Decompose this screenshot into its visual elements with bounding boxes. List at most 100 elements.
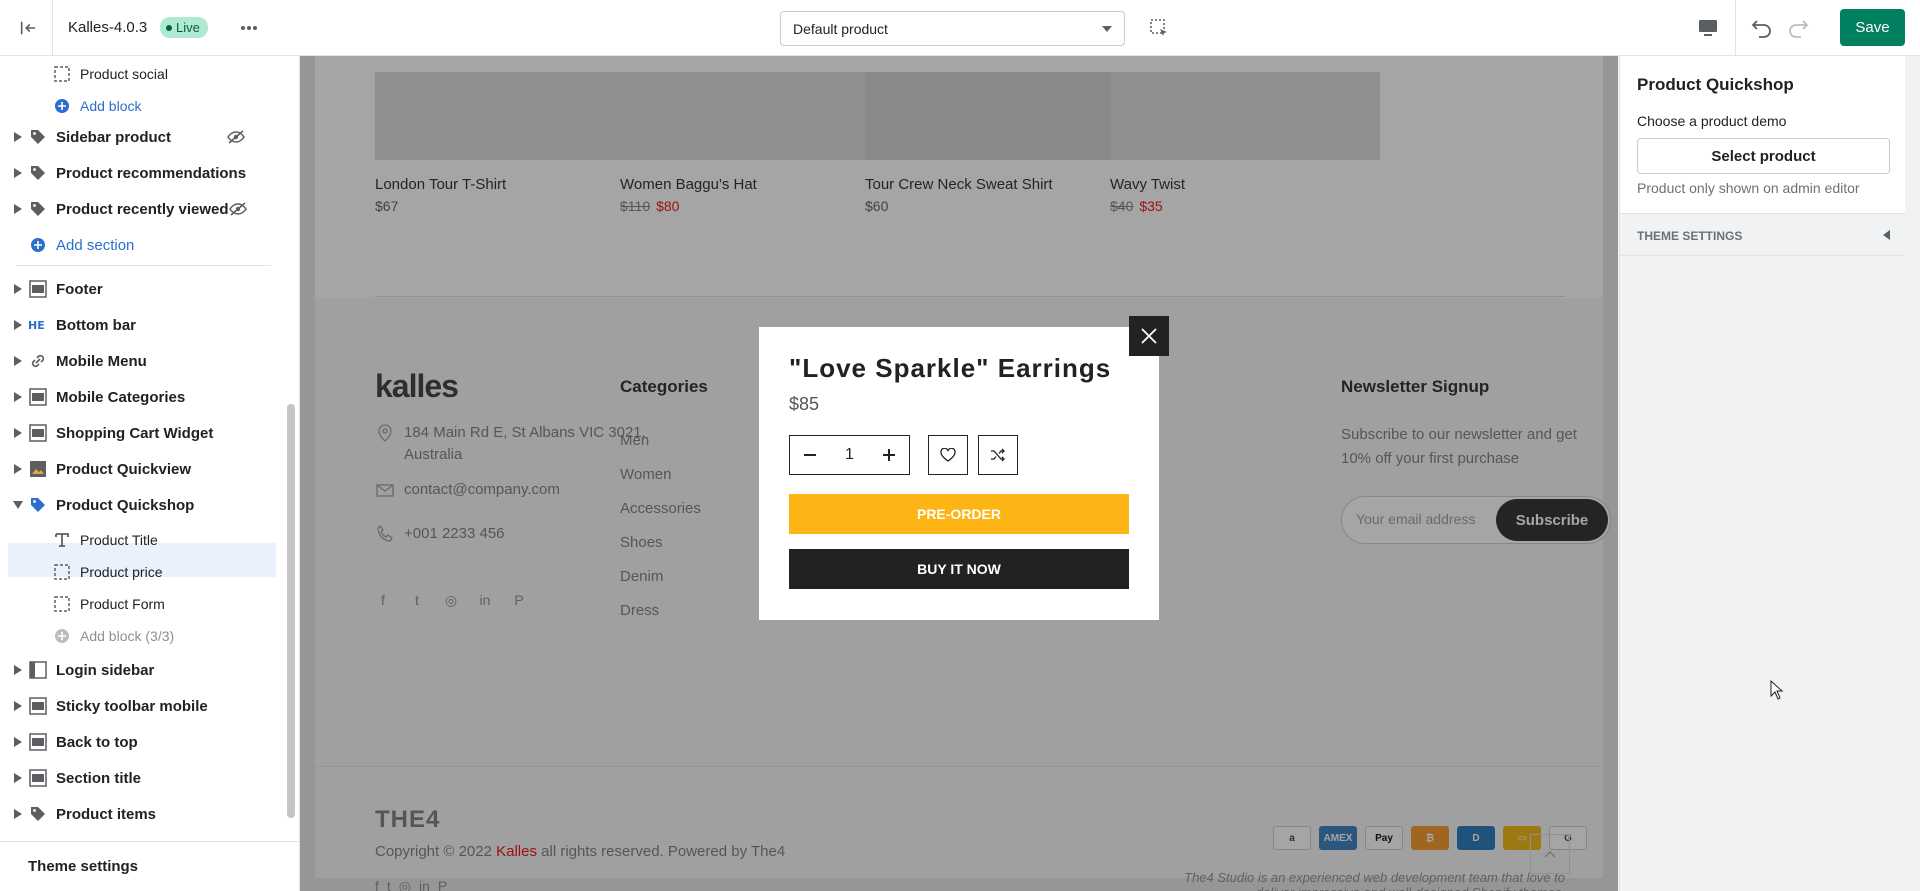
close-icon[interactable] [1129, 316, 1169, 356]
sidebar-item-back-to-top[interactable]: Back to top [0, 725, 285, 759]
undo-icon[interactable] [1748, 14, 1776, 42]
sidebar-item-label: Product Quickshop [56, 496, 195, 514]
caret-right-icon[interactable] [12, 355, 24, 367]
caret-right-icon[interactable] [12, 664, 24, 676]
sidebar-item-product-recently-viewed[interactable]: Product recently viewed [0, 192, 285, 226]
caret-right-icon[interactable] [12, 283, 24, 295]
preorder-button[interactable]: PRE-ORDER [789, 494, 1129, 534]
sidebar-item-mobile-categories[interactable]: Mobile Categories [0, 380, 285, 414]
sidebar-item-sticky-toolbar-mobile[interactable]: Sticky toolbar mobile [0, 689, 285, 723]
caret-right-icon[interactable] [12, 319, 24, 331]
save-button[interactable]: Save [1840, 9, 1905, 46]
sidebar-item-footer[interactable]: Footer [0, 272, 285, 306]
redo-icon[interactable] [1784, 14, 1812, 42]
sidebar-item-mobile-menu[interactable]: Mobile Menu [0, 344, 285, 378]
sidebar-item-shopping-cart-widget[interactable]: Shopping Cart Widget [0, 416, 285, 450]
sidebar-item-add-block[interactable]: Add block [0, 89, 285, 123]
sidebar-item-add-section[interactable]: Add section [0, 228, 285, 262]
frame-icon [52, 64, 72, 84]
sidebar-item-label: Product Form [80, 596, 165, 612]
more-actions-button[interactable] [236, 16, 262, 40]
mouse-cursor-icon [1770, 679, 1784, 705]
caret-right-icon[interactable] [12, 203, 24, 215]
live-label: Live [176, 20, 200, 35]
modal-product-price: $85 [789, 394, 820, 414]
compare-button[interactable] [978, 435, 1018, 475]
link-icon [28, 351, 48, 371]
sidebar-item-label: Product Quickview [56, 460, 192, 478]
sidebar-item-product-quickshop[interactable]: Product Quickshop [0, 488, 285, 522]
theme-settings-label: Theme settings [28, 858, 139, 875]
modal-product-title: "Love Sparkle" Earrings [789, 353, 1112, 383]
caret-right-icon[interactable] [12, 427, 24, 439]
minus-icon[interactable] [790, 436, 830, 474]
sidebar-item-sidebar-product[interactable]: Sidebar product [0, 120, 285, 154]
sidebar-item-label: Product social [80, 66, 168, 82]
sidebar-item-label: Back to top [56, 733, 138, 751]
hidden-eye-icon[interactable] [228, 199, 248, 219]
sidebar-item-section-title[interactable]: Section title [0, 761, 285, 795]
sidebar-icon [28, 660, 48, 680]
tag-icon [28, 804, 48, 824]
caret-right-icon[interactable] [12, 131, 24, 143]
sidebar-item-product-title[interactable]: Product Title [0, 523, 285, 557]
plus-icon[interactable] [869, 436, 909, 474]
sections-sidebar: Product social Add block Sidebar product Pr… [0, 56, 300, 891]
template-select[interactable]: Default product [780, 11, 1125, 46]
select-product-button[interactable]: Select product [1637, 138, 1890, 174]
sidebar-item-bottom-bar[interactable]: HE Bottom bar [0, 308, 285, 342]
caret-right-icon[interactable] [12, 700, 24, 712]
svg-text:HE: HE [28, 319, 45, 332]
sidebar-item-product-quickview[interactable]: Product Quickview [0, 452, 285, 486]
theme-name: Kalles-4.0.3 [68, 19, 148, 36]
sidebar-item-product-price[interactable]: Product price [0, 555, 285, 589]
quantity-value[interactable]: 1 [830, 446, 870, 464]
quantity-stepper: 1 [789, 435, 910, 475]
sidebar-item-label: Add block [80, 98, 142, 114]
theme-settings-toggle[interactable]: THEME SETTINGS [1620, 216, 1905, 256]
desktop-view-icon[interactable] [1694, 14, 1722, 42]
layout-icon [28, 732, 48, 752]
product-demo-label: Choose a product demo [1637, 113, 1787, 129]
sidebar-item-product-recommendations[interactable]: Product recommendations [0, 156, 285, 190]
layout-icon [28, 423, 48, 443]
sidebar-item-product-social[interactable]: Product social [0, 57, 285, 91]
caret-down-icon [1102, 25, 1112, 32]
theme-settings-heading: THEME SETTINGS [1637, 229, 1743, 243]
sidebar-item-label: Mobile Menu [56, 352, 147, 370]
caret-right-icon[interactable] [12, 463, 24, 475]
tag-icon [28, 199, 48, 219]
buy-now-button[interactable]: BUY IT NOW [789, 549, 1129, 589]
caret-right-icon[interactable] [12, 772, 24, 784]
layout-icon [28, 696, 48, 716]
caret-right-icon[interactable] [12, 167, 24, 179]
caret-down-icon[interactable] [12, 499, 24, 511]
live-dot-icon [166, 24, 172, 31]
hidden-eye-icon[interactable] [226, 127, 246, 147]
settings-panel: Product Quickshop Choose a product demo … [1619, 56, 1920, 891]
sidebar-scrollbar[interactable] [287, 404, 295, 818]
sidebar-item-label: Add block (3/3) [80, 628, 175, 644]
caret-right-icon[interactable] [12, 391, 24, 403]
sidebar-item-label: Product price [80, 564, 163, 580]
sidebar-item-product-form[interactable]: Product Form [0, 587, 285, 621]
sidebar-item-label: Login sidebar [56, 661, 155, 679]
template-select-value: Default product [793, 20, 888, 37]
sidebar-item-add-block-3-3[interactable]: Add block (3/3) [0, 619, 285, 653]
caret-right-icon[interactable] [12, 736, 24, 748]
inspector-icon[interactable] [1146, 15, 1172, 41]
theme-settings-link[interactable]: Theme settings [0, 841, 299, 891]
wishlist-button[interactable] [928, 435, 968, 475]
exit-icon[interactable] [16, 16, 40, 40]
plus-circle-icon [52, 96, 72, 116]
layout-icon [28, 279, 48, 299]
sidebar-item-label: Product recommendations [56, 164, 247, 182]
plus-circle-icon [52, 626, 72, 646]
sidebar-item-product-items[interactable]: Product items [0, 797, 285, 831]
header-icon: HE [28, 315, 48, 335]
sidebar-item-login-sidebar[interactable]: Login sidebar [0, 653, 285, 687]
plus-circle-icon [28, 235, 48, 255]
quickshop-modal: "Love Sparkle" Earrings $85 1 PRE-ORDER … [759, 327, 1159, 620]
divider [16, 265, 271, 266]
caret-right-icon[interactable] [12, 808, 24, 820]
